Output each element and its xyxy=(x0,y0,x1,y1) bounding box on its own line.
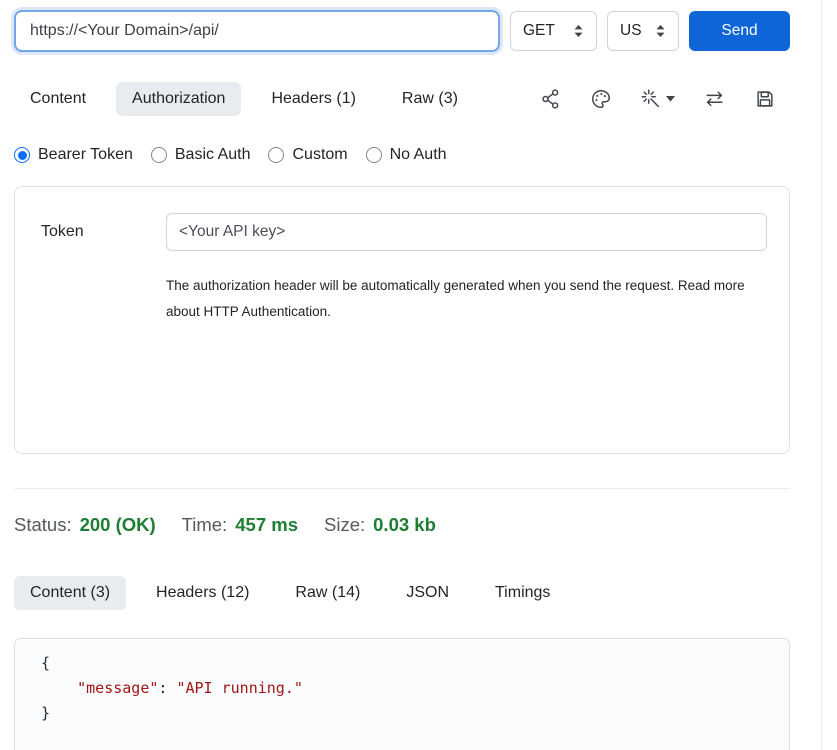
time-label: Time: xyxy=(182,514,228,536)
swap-arrows-icon[interactable] xyxy=(703,88,726,110)
tab-raw[interactable]: Raw (3) xyxy=(386,82,474,116)
api-tool-page: GET US Send Content Authorization Header… xyxy=(0,0,837,750)
size-label: Size: xyxy=(324,514,365,536)
radio-label: No Auth xyxy=(390,146,447,164)
tab-response-content[interactable]: Content (3) xyxy=(14,576,126,610)
radio-unselected-icon xyxy=(151,147,167,163)
status-label: Status: xyxy=(14,514,72,536)
tab-content[interactable]: Content xyxy=(14,82,102,116)
tab-response-timings[interactable]: Timings xyxy=(479,576,566,610)
json-close-brace: } xyxy=(41,701,769,726)
region-select[interactable]: US xyxy=(607,11,679,51)
save-icon[interactable] xyxy=(754,88,776,110)
response-tabs: Content (3) Headers (12) Raw (14) JSON T… xyxy=(14,576,790,610)
radio-no-auth[interactable]: No Auth xyxy=(366,146,447,164)
url-input[interactable] xyxy=(14,10,500,52)
radio-label: Bearer Token xyxy=(38,146,133,164)
updown-arrows-icon xyxy=(655,24,666,38)
palette-icon[interactable] xyxy=(590,88,612,110)
region-select-value: US xyxy=(620,22,642,40)
radio-label: Basic Auth xyxy=(175,146,251,164)
token-input[interactable] xyxy=(166,213,767,251)
tab-response-raw[interactable]: Raw (14) xyxy=(279,576,376,610)
tab-headers[interactable]: Headers (1) xyxy=(255,82,371,116)
json-separator: : xyxy=(158,679,176,697)
auth-panel: Token The authorization header will be a… xyxy=(14,186,790,454)
tab-response-json[interactable]: JSON xyxy=(390,576,465,610)
auth-helper-text: The authorization header will be automat… xyxy=(166,273,751,324)
method-select[interactable]: GET xyxy=(510,11,597,51)
response-body: { "message": "API running." } xyxy=(14,638,790,750)
auth-type-options: Bearer Token Basic Auth Custom No Auth xyxy=(14,146,790,164)
request-toolbar xyxy=(540,88,790,110)
size-value: 0.03 kb xyxy=(373,514,436,536)
radio-unselected-icon xyxy=(366,147,382,163)
radio-bearer-token[interactable]: Bearer Token xyxy=(14,146,133,164)
request-tabs: Content Authorization Headers (1) Raw (3… xyxy=(14,82,790,116)
json-open-brace: { xyxy=(41,651,769,676)
json-value: "API running." xyxy=(176,679,302,697)
radio-custom[interactable]: Custom xyxy=(268,146,347,164)
updown-arrows-icon xyxy=(573,24,584,38)
page-right-border xyxy=(821,0,822,750)
caret-down-icon xyxy=(666,96,675,102)
radio-unselected-icon xyxy=(268,147,284,163)
time-value: 457 ms xyxy=(235,514,298,536)
json-key: "message" xyxy=(77,679,158,697)
response-status-bar: Status: 200 (OK) Time: 457 ms Size: 0.03… xyxy=(14,514,790,536)
send-button[interactable]: Send xyxy=(689,11,790,51)
token-label: Token xyxy=(41,223,166,241)
tab-response-headers[interactable]: Headers (12) xyxy=(140,576,265,610)
method-select-value: GET xyxy=(523,22,555,40)
request-bar: GET US Send xyxy=(14,10,790,52)
section-divider xyxy=(14,488,790,489)
radio-selected-icon xyxy=(14,147,30,163)
magic-wand-icon[interactable] xyxy=(640,88,675,110)
status-value: 200 (OK) xyxy=(80,514,156,536)
share-icon[interactable] xyxy=(540,88,562,110)
radio-basic-auth[interactable]: Basic Auth xyxy=(151,146,251,164)
tab-authorization[interactable]: Authorization xyxy=(116,82,241,116)
radio-label: Custom xyxy=(292,146,347,164)
json-message-line: "message": "API running." xyxy=(41,676,769,701)
